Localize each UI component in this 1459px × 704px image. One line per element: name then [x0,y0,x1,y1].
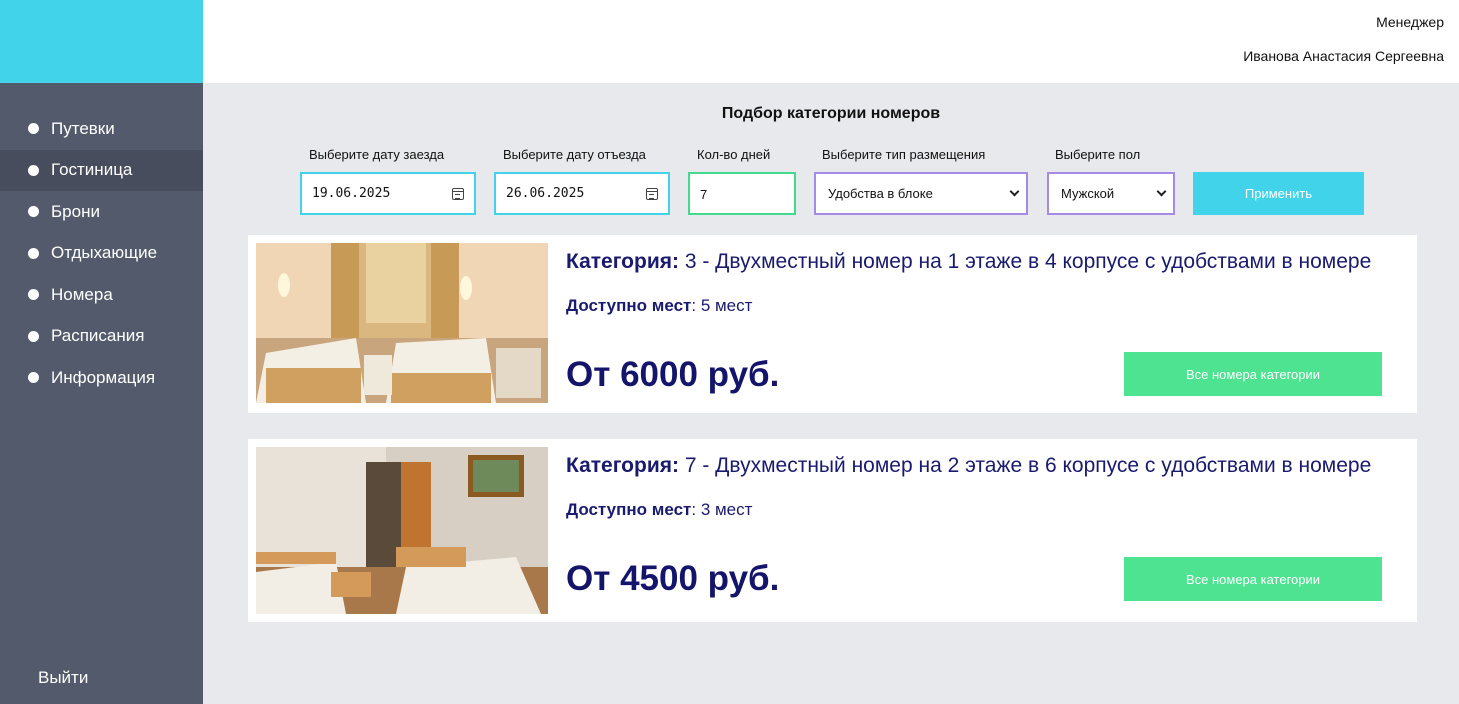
gender-select[interactable]: Мужской [1047,172,1175,215]
bullet-icon [28,247,39,259]
sidebar-item-label: Номера [51,284,113,304]
sidebar-item-info[interactable]: Информация [0,357,203,399]
sidebar-item-guests[interactable]: Отдыхающие [0,233,203,275]
gender-value: Мужской [1061,186,1115,201]
sidebar-item-label: Путевки [51,118,115,138]
category-label: Категория: [566,250,679,273]
calendar-icon[interactable] [452,187,464,200]
category-card: Категория: 3 - Двухместный номер на 1 эт… [248,235,1417,413]
sidebar: Путевки Гостиница Брони Отдыхающие Номер… [0,83,203,704]
bullet-icon [28,206,39,218]
availability: Доступно мест: 5 мест [566,296,752,316]
all-rooms-button[interactable]: Все номера категории [1124,352,1382,396]
user-name: Иванова Анастасия Сергеевна [1243,48,1444,64]
availability-label: Доступно мест [566,500,692,519]
sidebar-item-label: Отдыхающие [51,243,158,263]
checkin-date-value: 19.06.2025 [312,186,391,201]
availability-text: : 3 мест [691,500,753,519]
chevron-down-icon [1009,186,1020,197]
category-card: Категория: 7 - Двухместный номер на 2 эт… [248,439,1417,622]
category-text: 3 - Двухместный номер на 1 этаже в 4 кор… [679,250,1372,273]
sidebar-nav: Путевки Гостиница Брони Отдыхающие Номер… [0,108,203,399]
days-value: 7 [700,187,708,202]
availability-label: Доступно мест [566,296,692,315]
days-input[interactable]: 7 [688,172,796,215]
chevron-down-icon [1156,186,1167,197]
logo-area [0,0,203,83]
sidebar-item-hotel[interactable]: Гостиница [0,149,203,191]
category-label: Категория: [566,454,679,477]
sidebar-item-rooms[interactable]: Номера [0,274,203,316]
bullet-icon [28,123,39,135]
top-header: Менеджер Иванова Анастасия Сергеевна [203,0,1459,83]
placement-label: Выберите тип размещения [822,147,986,162]
sidebar-item-label: Расписания [51,326,145,346]
sidebar-item-bookings[interactable]: Брони [0,191,203,233]
all-rooms-button[interactable]: Все номера категории [1124,557,1382,601]
days-label: Кол-во дней [697,147,771,162]
checkout-date-input[interactable]: 26.06.2025 [494,172,670,215]
bullet-icon [28,372,39,384]
price: От 6000 руб. [566,355,780,394]
category-title: Категория: 7 - Двухместный номер на 2 эт… [566,454,1371,478]
room-photo [256,243,548,403]
availability: Доступно мест: 3 мест [566,500,752,520]
sidebar-item-schedules[interactable]: Расписания [0,316,203,358]
sidebar-item-label: Гостиница [51,160,133,180]
checkin-date-input[interactable]: 19.06.2025 [300,172,476,215]
sidebar-item-tours[interactable]: Путевки [0,108,203,150]
page-title: Подбор категории номеров [721,105,941,122]
bullet-icon [28,330,39,342]
bullet-icon [28,289,39,301]
logout-link[interactable]: Выйти [38,668,88,688]
category-title: Категория: 3 - Двухместный номер на 1 эт… [566,250,1371,274]
checkout-label: Выберите дату отъезда [503,147,646,162]
checkin-label: Выберите дату заезда [309,147,445,162]
availability-text: : 5 мест [691,296,753,315]
price: От 4500 руб. [566,559,780,598]
gender-label: Выберите пол [1055,147,1141,162]
sidebar-item-label: Брони [51,201,100,221]
placement-value: Удобства в блоке [828,186,933,201]
category-text: 7 - Двухместный номер на 2 этаже в 6 кор… [679,454,1372,477]
sidebar-item-label: Информация [51,367,156,387]
checkout-date-value: 26.06.2025 [506,186,585,201]
bullet-icon [28,164,39,176]
apply-button[interactable]: Применить [1193,172,1364,215]
calendar-icon[interactable] [646,187,658,200]
placement-select[interactable]: Удобства в блоке [814,172,1028,215]
user-role: Менеджер [1376,14,1444,30]
room-photo [256,447,548,614]
